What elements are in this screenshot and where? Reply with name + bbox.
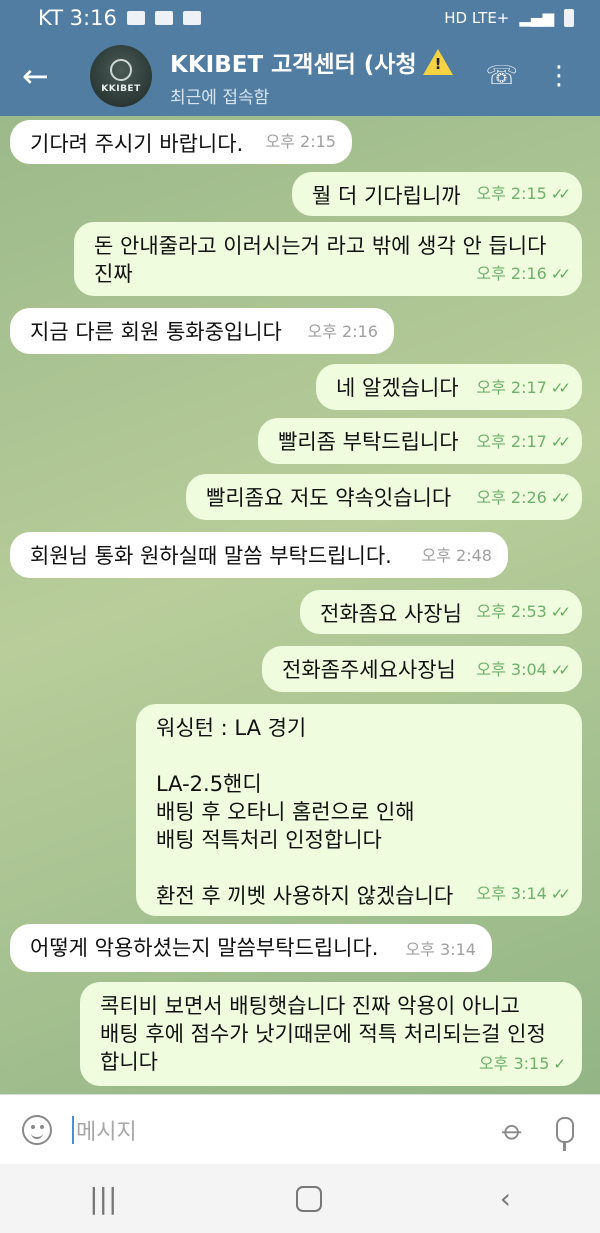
message-bubble-outgoing[interactable]: 빨리좀 부탁드립니다 오후 2:17 ✓✓ — [258, 418, 582, 464]
read-checkmarks-icon: ✓✓ — [550, 185, 571, 203]
read-checkmarks-icon: ✓✓ — [550, 603, 571, 621]
message-bubble-outgoing[interactable]: 전화좀주세요사장님 오후 3:04 ✓✓ — [262, 646, 582, 692]
chat-header: ← KKIBET KKIBET 고객센터 (사청 ! 최근에 접속함 ☏ ⋮ — [0, 36, 600, 116]
message-time: 오후 3:14 — [405, 940, 476, 959]
microphone-icon[interactable] — [556, 1117, 574, 1151]
read-checkmarks-icon: ✓✓ — [550, 433, 571, 451]
read-checkmarks-icon: ✓✓ — [550, 885, 571, 903]
status-bar: KT 3:16 HD LTE+ ▂▄▆ — [0, 0, 600, 36]
battery-icon — [564, 9, 574, 27]
read-checkmarks-icon: ✓✓ — [550, 379, 571, 397]
message-bubble-outgoing[interactable]: 콕티비 보면서 배팅햇습니다 진짜 악용이 아니고 배팅 후에 점수가 낫기때문… — [80, 982, 582, 1086]
message-time: 오후 3:04 — [476, 660, 547, 679]
chat-title-block[interactable]: KKIBET 고객센터 (사청 ! 최근에 접속함 — [170, 45, 485, 108]
phone-icon[interactable]: ☏ — [485, 61, 518, 91]
message-time: 오후 2:53 — [476, 602, 547, 621]
message-bubble-outgoing[interactable]: 전화좀요 사장님 오후 2:53 ✓✓ — [300, 590, 582, 634]
message-time: 오후 2:17 — [476, 432, 547, 451]
message-bubble-incoming[interactable]: 지금 다른 회원 통화중입니다 오후 2:16 — [10, 308, 394, 354]
network-indicator: HD LTE+ — [444, 9, 510, 27]
logo-icon — [110, 58, 132, 81]
read-checkmarks-icon: ✓✓ — [550, 661, 571, 679]
message-bubble-outgoing[interactable]: 빨리좀요 저도 약속잇습니다 오후 2:26 ✓✓ — [186, 474, 582, 520]
nav-back-button[interactable]: ‹ — [500, 1182, 511, 1215]
message-bubble-outgoing[interactable]: 워싱턴 : LA 경기 LA-2.5핸디 배팅 후 오타니 홈런으로 인해 배팅… — [136, 704, 582, 916]
read-checkmarks-icon: ✓✓ — [550, 265, 571, 283]
last-seen-status: 최근에 접속함 — [170, 87, 270, 108]
message-time: 오후 3:15 — [478, 1054, 550, 1073]
message-composer: 메시지 ⌀ — [0, 1094, 600, 1165]
chat-title: KKIBET 고객센터 (사청 — [170, 51, 417, 78]
back-arrow-icon[interactable]: ← — [22, 60, 62, 92]
message-bubble-incoming[interactable]: 기다려 주시기 바랍니다. 오후 2:15 — [10, 120, 352, 164]
message-time: 오후 2:48 — [421, 546, 492, 565]
message-time: 오후 2:15 — [476, 184, 547, 203]
text-cursor — [72, 1116, 74, 1144]
message-bubble-incoming[interactable]: 어떻게 악용하셨는지 말씀부탁드립니다. 오후 3:14 — [10, 924, 492, 972]
home-button[interactable] — [295, 1185, 322, 1212]
message-time: 오후 2:15 — [265, 132, 336, 151]
avatar-logo-text: KKIBET — [101, 83, 141, 94]
message-time: 오후 2:26 — [476, 488, 547, 507]
signal-icon: ▂▄▆ — [519, 9, 554, 27]
message-bubble-incoming[interactable]: 회원님 통화 원하실때 말씀 부탁드립니다. 오후 2:48 — [10, 532, 508, 578]
message-notification-icon — [126, 11, 145, 25]
message-time: 오후 2:16 — [476, 264, 547, 283]
message-time: 오후 3:14 — [476, 884, 547, 903]
avatar[interactable]: KKIBET — [90, 45, 152, 107]
status-left: KT 3:16 — [0, 6, 201, 30]
message-bubble-outgoing[interactable]: 뭘 더 기다립니까 오후 2:15 ✓✓ — [292, 172, 582, 216]
emoji-icon[interactable] — [22, 1115, 52, 1145]
message-input[interactable]: 메시지 — [76, 1114, 505, 1146]
warning-icon: ! — [422, 48, 453, 75]
app-notification-icon — [182, 11, 201, 25]
system-nav-bar: ||| ‹ — [0, 1164, 600, 1233]
recent-apps-button[interactable]: ||| — [89, 1182, 117, 1215]
carrier-time: KT 3:16 — [38, 6, 117, 30]
message-bubble-outgoing[interactable]: 돈 안내줄라고 이러시는거 라고 밖에 생각 안 듭니다 진짜 오후 2:16 ✓… — [74, 222, 582, 296]
message-time: 오후 2:16 — [307, 322, 378, 341]
more-menu-icon[interactable]: ⋮ — [546, 61, 572, 91]
sent-checkmark-icon: ✓ — [553, 1055, 566, 1073]
message-bubble-outgoing[interactable]: 네 알겠습니다 오후 2:17 ✓✓ — [316, 364, 582, 410]
read-checkmarks-icon: ✓✓ — [550, 489, 571, 507]
play-store-notification-icon — [154, 11, 173, 25]
message-time: 오후 2:17 — [476, 378, 547, 397]
status-right: HD LTE+ ▂▄▆ — [444, 9, 600, 27]
message-list[interactable]: 기다려 주시기 바랍니다. 오후 2:15 뭘 더 기다립니까 오후 2:15 ✓… — [0, 116, 600, 1094]
